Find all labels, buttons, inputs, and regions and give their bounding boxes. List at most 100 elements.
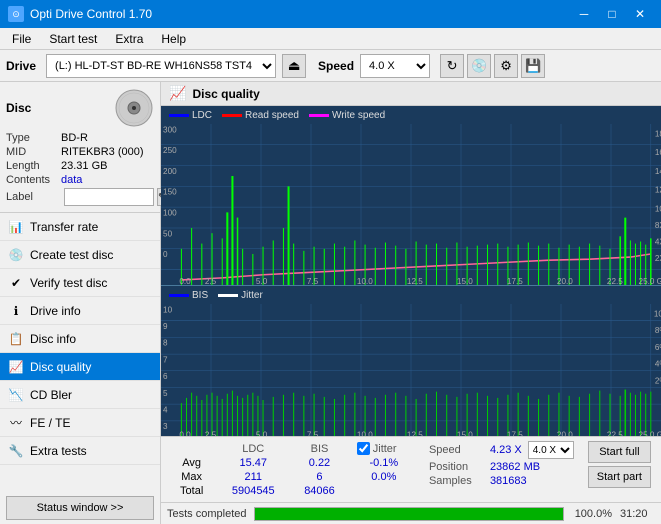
type-value: BD-R [61, 132, 88, 144]
cd-bler-label: CD Bler [30, 388, 72, 402]
sidebar-item-cd-bler[interactable]: 📉 CD Bler [0, 381, 160, 409]
svg-text:5.0: 5.0 [256, 431, 268, 436]
title-bar-controls: ─ □ ✕ [571, 4, 653, 24]
sidebar-item-create-test-disc[interactable]: 💿 Create test disc [0, 241, 160, 269]
position-stat-label: Position [429, 461, 484, 473]
create-test-disc-icon: 💿 [8, 247, 24, 263]
stats-area: LDC BIS Jitter Avg [161, 436, 661, 502]
jitter-checkbox[interactable] [357, 442, 370, 455]
speed-select[interactable]: 4.0 X [360, 54, 430, 78]
drive-bar: Drive (L:) HL-DT-ST BD-RE WH16NS58 TST4 … [0, 50, 661, 82]
svg-text:150: 150 [163, 188, 177, 197]
eject-button[interactable]: ⏏ [282, 54, 306, 78]
bis-color [169, 294, 189, 297]
minimize-button[interactable]: ─ [571, 4, 597, 24]
max-label: Max [167, 470, 216, 484]
total-ldc: 5904545 [216, 484, 290, 498]
disc-section: Disc Type BD-R MID RITEKBR3 [0, 82, 160, 213]
close-button[interactable]: ✕ [627, 4, 653, 24]
disc-length-row: Length 23.31 GB [6, 160, 154, 172]
sidebar-item-extra-tests[interactable]: 🔧 Extra tests [0, 437, 160, 465]
samples-stat-row: Samples 381683 [429, 475, 574, 487]
label-input[interactable] [64, 188, 154, 206]
save-button[interactable]: 💾 [521, 54, 545, 78]
bottom-chart-svg: 10% 8% 6% 4% 2% 10 9 8 7 6 5 4 3 [161, 304, 661, 436]
disc-button[interactable]: 💿 [467, 54, 491, 78]
extra-tests-label: Extra tests [30, 444, 87, 458]
write-speed-legend: Write speed [309, 110, 385, 121]
disc-label-row: Label ✎ [6, 188, 154, 206]
svg-text:7: 7 [163, 356, 168, 365]
sidebar-item-disc-info[interactable]: 📋 Disc info [0, 325, 160, 353]
progress-bar-inner [255, 508, 563, 520]
write-speed-color [309, 114, 329, 117]
stats-col-header-bis: BIS [290, 441, 349, 456]
avg-bis: 0.22 [290, 456, 349, 470]
sidebar-item-verify-test-disc[interactable]: ✔ Verify test disc [0, 269, 160, 297]
menu-start-test[interactable]: Start test [41, 30, 105, 48]
top-chart-container: 18X 16X 14X 12X 10X 8X 4X 2X 300 250 200… [161, 124, 661, 285]
refresh-button[interactable]: ↻ [440, 54, 464, 78]
menu-file[interactable]: File [4, 30, 39, 48]
avg-label: Avg [167, 456, 216, 470]
svg-text:17.5: 17.5 [507, 277, 523, 285]
settings-button[interactable]: ⚙ [494, 54, 518, 78]
speed-label: Speed [318, 59, 354, 73]
sidebar: Disc Type BD-R MID RITEKBR3 [0, 82, 161, 524]
sidebar-item-disc-quality[interactable]: 📈 Disc quality [0, 353, 160, 381]
sidebar-item-transfer-rate[interactable]: 📊 Transfer rate [0, 213, 160, 241]
disc-info-icon: 📋 [8, 331, 24, 347]
start-part-button[interactable]: Start part [588, 466, 651, 488]
svg-text:12X: 12X [655, 186, 661, 195]
menu-bar: File Start test Extra Help [0, 28, 661, 50]
disc-title: Disc [6, 101, 31, 115]
drive-select[interactable]: (L:) HL-DT-ST BD-RE WH16NS58 TST4 [46, 54, 276, 78]
svg-text:9: 9 [163, 322, 168, 331]
title-bar: ⊙ Opti Drive Control 1.70 ─ □ ✕ [0, 0, 661, 28]
svg-text:12.5: 12.5 [407, 277, 423, 285]
title-bar-text: Opti Drive Control 1.70 [30, 7, 152, 21]
verify-test-disc-label: Verify test disc [30, 276, 107, 290]
max-ldc: 211 [216, 470, 290, 484]
sidebar-item-drive-info[interactable]: ℹ Drive info [0, 297, 160, 325]
status-window-button[interactable]: Status window >> [6, 496, 154, 520]
jitter-legend: Jitter [218, 290, 263, 301]
disc-icon [114, 88, 154, 128]
disc-contents-row: Contents data [6, 174, 154, 186]
svg-text:0.0: 0.0 [179, 277, 191, 285]
menu-help[interactable]: Help [153, 30, 194, 48]
svg-text:4X: 4X [655, 238, 661, 247]
speed-stat-select[interactable]: 4.0 X [528, 441, 574, 459]
bottom-chart-legend: BIS Jitter [161, 286, 661, 304]
max-jitter: 0.0% [349, 470, 419, 484]
stats-table: LDC BIS Jitter Avg [167, 441, 419, 498]
sidebar-item-fe-te[interactable]: 〰 FE / TE [0, 409, 160, 437]
svg-text:7.5: 7.5 [307, 431, 319, 436]
svg-text:5: 5 [163, 389, 168, 398]
contents-value: data [61, 174, 82, 186]
svg-text:200: 200 [163, 167, 177, 176]
right-panel: 📈 Disc quality LDC Read speed [161, 82, 661, 524]
ldc-legend: LDC [169, 110, 212, 121]
bis-legend: BIS [169, 290, 208, 301]
bis-label: BIS [192, 290, 208, 301]
panel-title: Disc quality [192, 87, 259, 101]
stats-col-header-empty [167, 441, 216, 456]
svg-text:17.5: 17.5 [507, 431, 523, 436]
progress-label: Tests completed [167, 508, 246, 520]
read-speed-label: Read speed [245, 110, 299, 121]
panel-header: 📈 Disc quality [161, 82, 661, 106]
start-full-button[interactable]: Start full [588, 441, 651, 463]
stats-col-header-ldc: LDC [216, 441, 290, 456]
svg-text:20.0: 20.0 [557, 277, 573, 285]
samples-stat-value: 381683 [490, 475, 527, 487]
svg-text:20.0: 20.0 [557, 431, 573, 436]
jitter-label-chart: Jitter [241, 290, 263, 301]
drive-info-label: Drive info [30, 304, 81, 318]
menu-extra[interactable]: Extra [107, 30, 151, 48]
disc-quality-label: Disc quality [30, 360, 91, 374]
stats-col-header-jitter-cb: Jitter [349, 441, 419, 456]
maximize-button[interactable]: □ [599, 4, 625, 24]
svg-text:22.5: 22.5 [607, 277, 623, 285]
svg-text:6%: 6% [655, 343, 661, 352]
